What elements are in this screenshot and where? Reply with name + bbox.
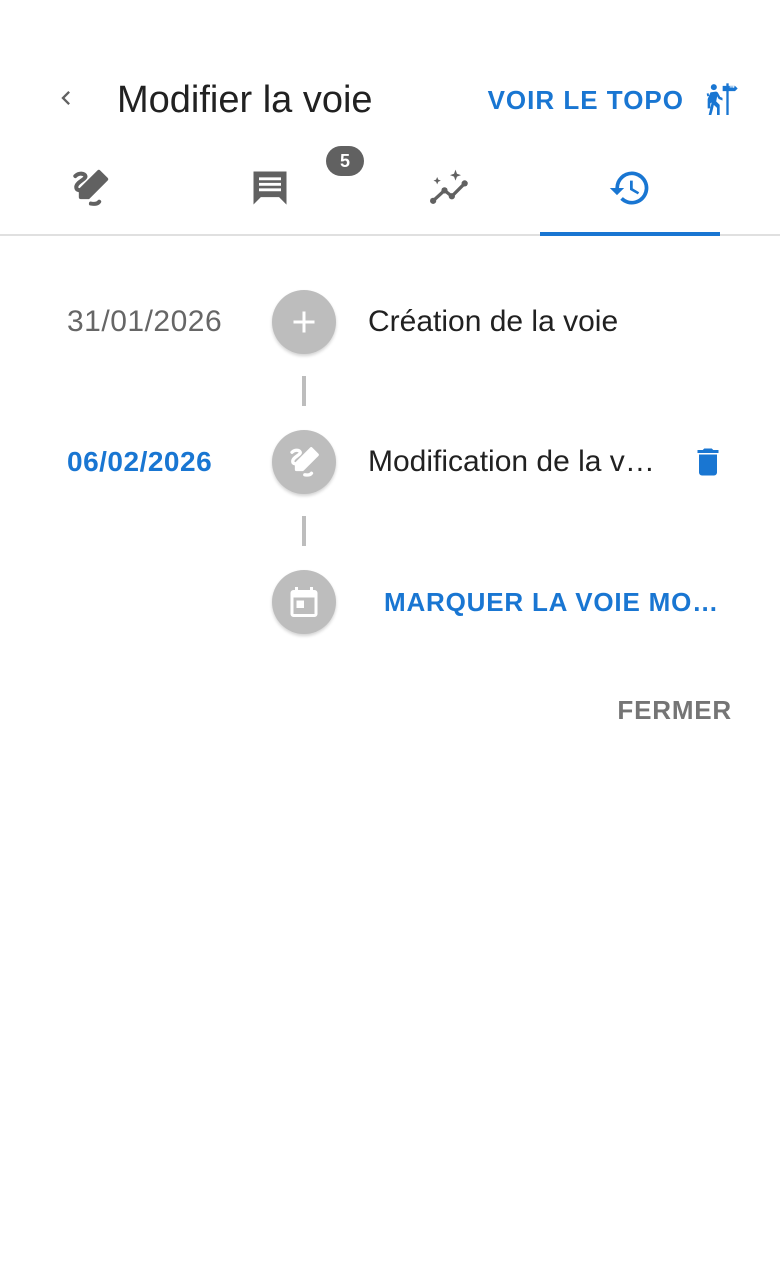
mark-route-modified-button[interactable]: MARQUER LA VOIE MODIFIÉE (384, 582, 730, 622)
delete-event-button[interactable] (686, 440, 730, 484)
back-button[interactable] (44, 78, 88, 122)
timeline-dot (272, 290, 336, 354)
edit-route-icon (286, 444, 322, 480)
timeline-connector (302, 376, 306, 406)
view-topo-button[interactable]: VOIR LE TOPO (488, 78, 740, 122)
timeline-dot (272, 570, 336, 634)
page-title: Modifier la voie (117, 79, 373, 121)
tab-edit[interactable] (0, 142, 180, 234)
timeline-item: 06/02/2026 Modification de la voie (0, 420, 780, 504)
tab-stats[interactable] (360, 142, 540, 234)
event-description: Création de la voie (368, 305, 619, 338)
tab-bar: 5 (0, 142, 780, 236)
history-icon (608, 166, 652, 210)
plus-icon (286, 304, 322, 340)
trash-icon (690, 442, 726, 482)
timeline-dot (272, 430, 336, 494)
comments-count-badge: 5 (326, 146, 364, 176)
view-topo-label: VOIR LE TOPO (487, 84, 684, 115)
event-date-link[interactable]: 06/02/2026 (67, 442, 212, 482)
close-button[interactable]: FERMER (617, 688, 732, 732)
event-description: Modification de la voie (368, 445, 658, 478)
sparkle-chart-icon (428, 166, 472, 210)
timeline-connector (302, 516, 306, 546)
timeline-item: 31/01/2026 Création de la voie (0, 280, 780, 364)
tab-history[interactable] (540, 142, 720, 236)
timeline-item: MARQUER LA VOIE MODIFIÉE (0, 560, 780, 644)
hiker-signpost-icon (700, 80, 740, 120)
calendar-icon (286, 584, 322, 620)
tab-comments[interactable]: 5 (180, 142, 364, 234)
edit-route-icon (68, 166, 112, 210)
comment-icon (248, 166, 292, 210)
chevron-left-icon (52, 84, 80, 117)
app-header: Modifier la voie VOIR LE TOPO (0, 58, 780, 142)
event-date: 31/01/2026 (67, 305, 223, 338)
